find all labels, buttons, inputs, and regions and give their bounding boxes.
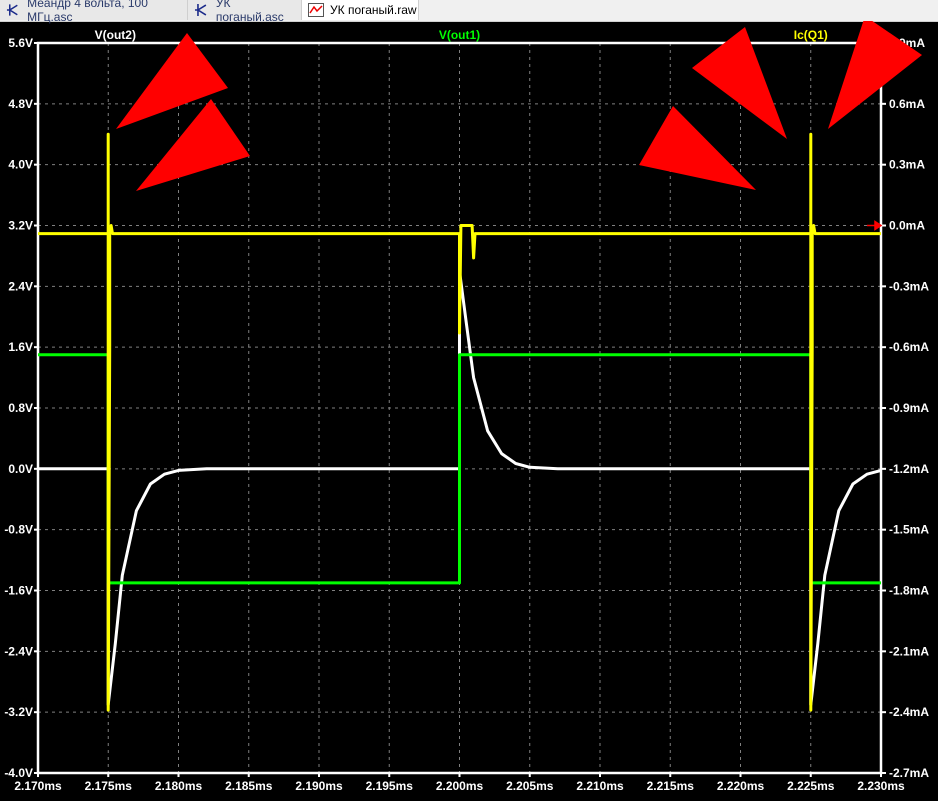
schematic-icon	[6, 4, 18, 16]
waveform-icon	[308, 3, 324, 17]
x-tick-label: 2.190ms	[295, 779, 343, 793]
y-right-tick-label: -2.7mA	[889, 766, 929, 780]
x-tick-label: 2.195ms	[366, 779, 414, 793]
x-tick-label: 2.225ms	[787, 779, 835, 793]
x-tick-label: 2.200ms	[436, 779, 484, 793]
y-right-tick-label: -0.6mA	[889, 340, 929, 354]
red-arrow-annotation	[639, 106, 756, 190]
y-right-tick-label: -1.2mA	[889, 462, 929, 476]
y-left-tick-label: -0.8V	[4, 523, 33, 537]
labels: 2.170ms 2.175ms 2.180ms 2.185ms 2.190ms 2.195…	[4, 28, 929, 793]
y-left-tick-label: 0.8V	[8, 401, 33, 415]
tab-bar: Меандр 4 вольта, 100 МГц.asc УК поганый.…	[0, 0, 938, 24]
y-right-tick-label: -0.3mA	[889, 279, 929, 293]
schematic-icon	[194, 4, 207, 16]
annotations	[116, 21, 922, 191]
x-tick-label: 2.210ms	[576, 779, 624, 793]
waveform-plot[interactable]: 2.170ms 2.175ms 2.180ms 2.185ms 2.190ms 2.195…	[0, 21, 938, 801]
x-tick-label: 2.215ms	[647, 779, 695, 793]
y-left-tick-label: -4.0V	[4, 766, 33, 780]
tab-label: УК поганый.raw	[330, 3, 417, 17]
x-tick-label: 2.220ms	[717, 779, 765, 793]
y-right-tick-label: -0.9mA	[889, 401, 929, 415]
x-tick-label: 2.180ms	[155, 779, 203, 793]
y-left-tick-label: 1.6V	[8, 340, 33, 354]
tab-waveform-uk-raw[interactable]: УК поганый.raw	[302, 0, 419, 20]
x-tick-label: 2.185ms	[225, 779, 273, 793]
x-tick-label: 2.205ms	[506, 779, 554, 793]
y-left-tick-label: 2.4V	[8, 279, 33, 293]
zero-marker-arrow-icon	[867, 220, 883, 231]
y-left-tick-label: -3.2V	[4, 705, 33, 719]
trace-legend-label: Ic(Q1)	[794, 28, 828, 42]
y-right-tick-label: -2.1mA	[889, 644, 929, 658]
y-right-tick-label: -1.8mA	[889, 584, 929, 598]
y-left-tick-label: 0.0V	[8, 462, 33, 476]
x-tick-label: 2.230ms	[857, 779, 905, 793]
y-right-tick-label: 0.3mA	[889, 158, 925, 172]
y-left-tick-label: 5.6V	[8, 36, 33, 50]
y-left-tick-label: -2.4V	[4, 644, 33, 658]
y-left-tick-label: 4.8V	[8, 97, 33, 111]
trace-legend-label: V(out1)	[439, 28, 480, 42]
y-left-tick-label: 4.0V	[8, 158, 33, 172]
tab-schematic-uk[interactable]: УК поганый.asc	[188, 0, 302, 24]
y-right-tick-label: 0.0mA	[889, 219, 925, 233]
y-right-tick-label: -1.5mA	[889, 523, 929, 537]
tab-schematic-meander[interactable]: Меандр 4 вольта, 100 МГц.asc	[0, 0, 188, 24]
x-tick-label: 2.175ms	[85, 779, 133, 793]
y-right-tick-label: -2.4mA	[889, 705, 929, 719]
trace-legend-label: V(out2)	[95, 28, 136, 42]
y-left-tick-label: -1.6V	[4, 584, 33, 598]
x-tick-label: 2.170ms	[14, 779, 62, 793]
y-left-tick-label: 3.2V	[8, 219, 33, 233]
y-right-tick-label: 0.6mA	[889, 97, 925, 111]
